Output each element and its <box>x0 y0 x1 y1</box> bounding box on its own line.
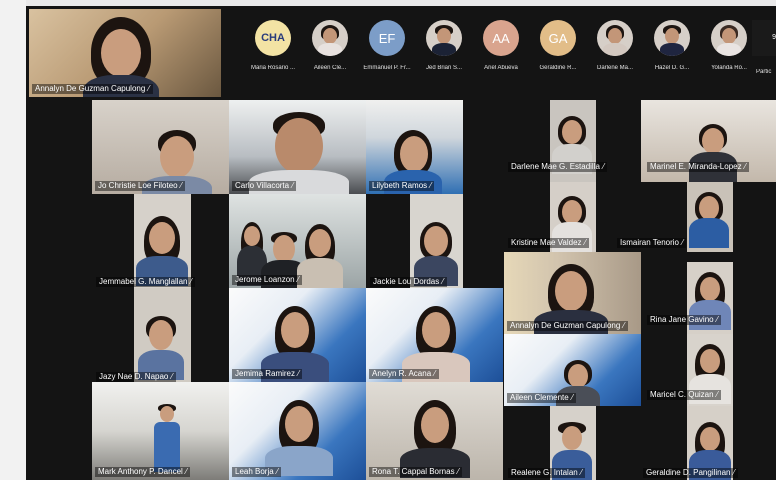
avatar-item[interactable]: Aileen Cle... <box>303 20 357 71</box>
video-tile[interactable]: Jemima Ramirez ⁄ <box>229 288 366 382</box>
video-tile[interactable]: Leah Borja ⁄ <box>229 382 366 480</box>
participant-name-label: Darlene Mae G. Estadilla ⁄ <box>508 162 608 172</box>
video-tile[interactable]: Rona T. Cappal Bornas ⁄ <box>366 382 503 480</box>
mic-muted-icon: ⁄ <box>297 275 299 284</box>
participant-name-label: Leah Borja ⁄ <box>232 467 282 477</box>
participant-name-label: Annalyn De Guzman Capulong ⁄ <box>507 321 628 331</box>
mic-muted-icon: ⁄ <box>571 393 574 402</box>
participant-name-label: Rina Jane Gavino ⁄ <box>647 315 721 325</box>
mic-muted-icon: ⁄ <box>190 277 192 286</box>
participant-name-label: Jo Christie Loe Filoteo ⁄ <box>95 181 185 191</box>
avatar-item[interactable]: EF Emmanuel P. Fr... <box>360 20 414 71</box>
video-conference-gallery: Annalyn De Guzman Capulong ⁄ CHA Maria Ro… <box>26 6 776 480</box>
participant-name-label: Lilybeth Ramos ⁄ <box>369 181 435 191</box>
window-left-edge <box>0 0 26 480</box>
avatar-name: Hazel D. G... <box>654 65 690 71</box>
participant-name-label: Rona T. Cappal Bornas ⁄ <box>369 467 462 477</box>
mic-muted-icon: ⁄ <box>623 321 625 330</box>
avatar-name: Emmanuel P. Fr... <box>363 65 411 71</box>
avatar-name: Yolanda Ro... <box>711 65 747 71</box>
participant-name-label: Maricel C. Quizan ⁄ <box>647 390 721 400</box>
avatar-name: Aileen Cle... <box>313 65 347 71</box>
video-tile[interactable]: Jo Christie Loe Filoteo ⁄ <box>92 100 229 194</box>
mic-muted-icon: ⁄ <box>580 468 583 477</box>
mic-muted-icon: ⁄ <box>292 181 294 190</box>
avatar-item[interactable]: AA Ariel Abueva <box>474 20 528 71</box>
avatar <box>654 20 690 56</box>
video-tile[interactable] <box>410 194 463 288</box>
mic-muted-icon: ⁄ <box>434 369 436 378</box>
avatar <box>426 20 462 56</box>
mic-muted-icon: ⁄ <box>716 315 718 324</box>
mic-muted-icon: ⁄ <box>430 181 432 190</box>
video-tile[interactable]: Lilybeth Ramos ⁄ <box>366 100 463 194</box>
mic-muted-icon: ⁄ <box>457 467 459 476</box>
mic-muted-icon: ⁄ <box>602 162 605 171</box>
participant-name-label: Mark Anthony P. Dancel ⁄ <box>95 467 191 477</box>
participant-name-label: Jackie Lou Dordas ⁄ <box>370 277 447 287</box>
video-tile[interactable]: Carlo Villacorta ⁄ <box>229 100 366 194</box>
self-name-label: Annalyn De Guzman Capulong ⁄ <box>32 84 153 94</box>
mic-muted-icon: ⁄ <box>442 277 444 286</box>
avatar: GA <box>540 20 576 56</box>
participant-name-label: Jemmabel G. Manglallan ⁄ <box>96 277 195 287</box>
avatar-item[interactable]: CHA Maria Rosario ... <box>246 20 300 71</box>
mic-muted-icon: ⁄ <box>298 369 300 378</box>
avatar-name: Darlene Ma... <box>596 65 633 71</box>
mic-muted-icon: ⁄ <box>733 468 735 477</box>
mic-muted-icon: ⁄ <box>185 467 188 476</box>
avatar <box>711 20 747 56</box>
participant-name-label: Jemima Ramirez ⁄ <box>232 369 303 379</box>
avatar-item[interactable]: Jed Brian S... <box>417 20 471 71</box>
mic-muted-icon: ⁄ <box>682 238 684 247</box>
mic-muted-icon: ⁄ <box>744 162 746 171</box>
participants-label: Partic <box>756 69 772 75</box>
avatar <box>312 20 348 56</box>
participant-name-label: Geraldine D. Pangilinan ⁄ <box>643 468 738 478</box>
mic-muted-icon: ⁄ <box>276 467 279 476</box>
mic-muted-icon: ⁄ <box>171 372 173 381</box>
avatar: CHA <box>255 20 291 56</box>
participant-name-label: Jerome Loanzon ⁄ <box>232 275 302 285</box>
video-tile[interactable]: Jerome Loanzon ⁄ <box>229 194 366 288</box>
avatar: AA <box>483 20 519 56</box>
avatar: EF <box>369 20 405 56</box>
video-tile[interactable]: Annalyn De Guzman Capulong ⁄ <box>504 252 641 334</box>
participant-name-label: Carlo Villacorta ⁄ <box>232 181 297 191</box>
avatar-name: Ariel Abueva <box>484 65 518 71</box>
participant-name-label: Ismairan Tenorio ⁄ <box>617 238 687 248</box>
video-tile[interactable]: Mark Anthony P. Dancel ⁄ <box>92 382 229 480</box>
avatar <box>597 20 633 56</box>
video-tile[interactable]: Aileen Clemente ⁄ <box>504 334 641 406</box>
participant-avatar-bar: CHA Maria Rosario ... Aileen Cle... EF E… <box>241 6 776 98</box>
participant-name-label: Kristine Mae Valdez ⁄ <box>508 238 589 248</box>
avatar-item[interactable]: Yolanda Ro... <box>702 20 756 71</box>
video-tile[interactable] <box>134 194 191 288</box>
participant-name-label: Marinel E. Miranda-Lopez ⁄ <box>647 162 749 172</box>
mic-muted-icon: ⁄ <box>148 84 150 93</box>
avatar-item[interactable]: Darlene Ma... <box>588 20 642 71</box>
participant-name-label: Anelyn R. Acana ⁄ <box>369 369 439 379</box>
video-tile[interactable] <box>687 182 733 252</box>
participants-count: 9 <box>772 34 776 41</box>
avatar-name: Jed Brian S... <box>425 65 463 71</box>
avatar-name: Geraldine R... <box>539 65 577 71</box>
mic-muted-icon: ⁄ <box>584 238 586 247</box>
mic-muted-icon: ⁄ <box>180 181 182 190</box>
video-tile[interactable] <box>134 288 191 382</box>
avatar-item[interactable]: GA Geraldine R... <box>531 20 585 71</box>
video-tile[interactable]: Anelyn R. Acana ⁄ <box>366 288 503 382</box>
avatar-item[interactable]: Hazel D. G... <box>645 20 699 71</box>
participant-name-label: Realene G. Intalan ⁄ <box>508 468 586 478</box>
avatar-name: Maria Rosario ... <box>250 65 295 71</box>
participant-name-label: Jazy Nae D. Napao ⁄ <box>96 372 176 382</box>
mic-muted-icon: ⁄ <box>716 390 718 399</box>
self-video-tile[interactable]: Annalyn De Guzman Capulong ⁄ <box>29 9 221 97</box>
participant-name-label: Aileen Clemente ⁄ <box>507 393 577 403</box>
